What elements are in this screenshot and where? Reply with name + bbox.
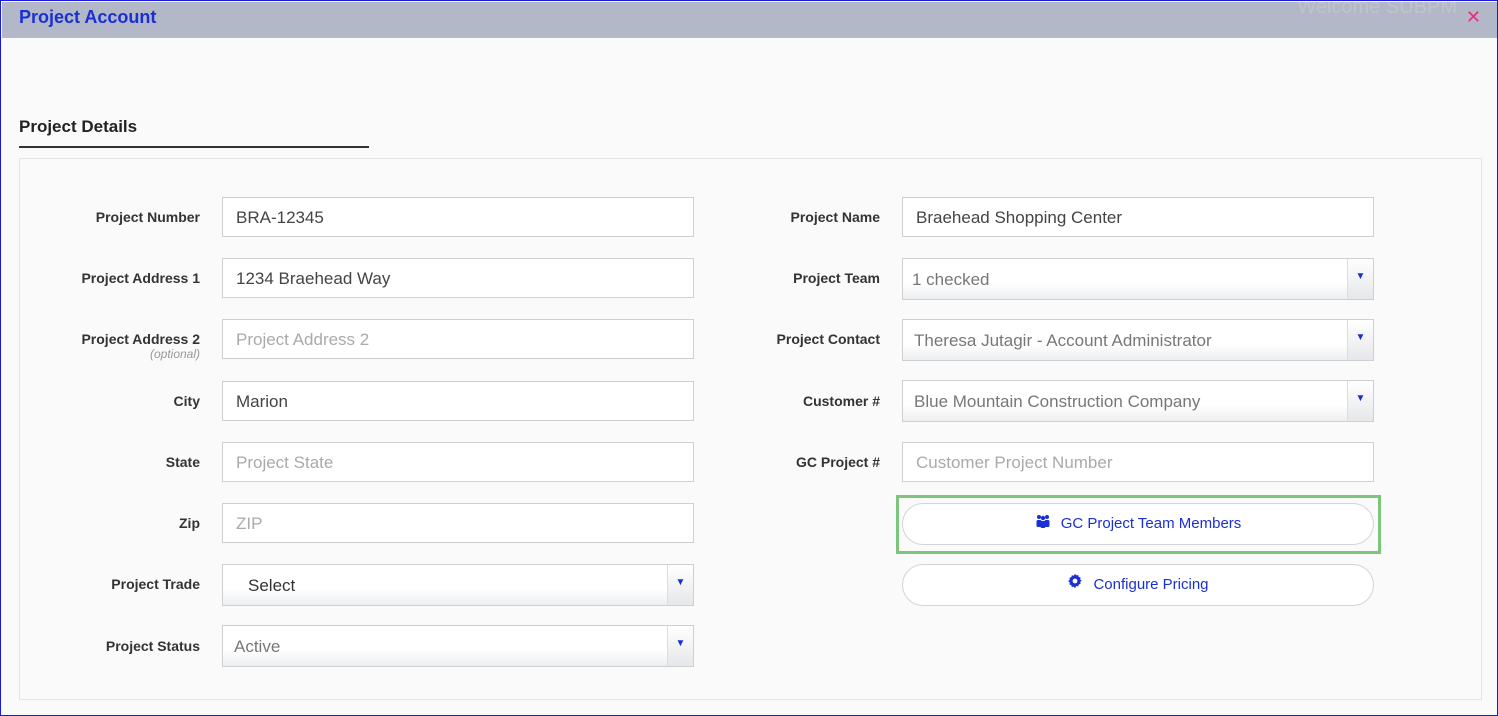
modal-window: Project Account Welcome SUBPM ✕ Project … — [0, 0, 1498, 716]
customer-label: Customer # — [802, 393, 880, 409]
state-label: State — [165, 454, 200, 470]
configure-pricing-button[interactable]: Configure Pricing — [902, 564, 1374, 606]
project-address2-input[interactable]: Project Address 2 — [222, 319, 694, 359]
section-title: Project Details — [19, 117, 138, 136]
customer-value: Blue Mountain Construction Company — [914, 392, 1201, 411]
chevron-down-icon[interactable]: ▼ — [667, 626, 693, 666]
chevron-down-icon[interactable]: ▼ — [1347, 259, 1373, 299]
gc-project-label: GC Project # — [795, 454, 880, 470]
zip-input[interactable]: ZIP — [222, 503, 694, 543]
welcome-text: Welcome SUBPM — [1297, 2, 1457, 16]
gc-project-team-members-label: GC Project Team Members — [1060, 515, 1242, 532]
modal-titlebar: Project Account Welcome SUBPM ✕ — [2, 2, 1497, 38]
project-number-label: Project Number — [95, 209, 200, 225]
chevron-down-icon[interactable]: ▼ — [667, 565, 693, 605]
project-team-label: Project Team — [793, 270, 880, 286]
city-label: City — [173, 393, 200, 409]
optional-sublabel: (optional) — [149, 347, 200, 361]
project-status-value: Active — [234, 637, 281, 656]
project-contact-select[interactable]: Theresa Jutagir - Account Administrator … — [902, 319, 1374, 361]
gear-icon — [1067, 565, 1083, 605]
project-contact-label: Project Contact — [776, 331, 880, 347]
chevron-down-icon[interactable]: ▼ — [1347, 320, 1373, 360]
project-status-select[interactable]: Active ▼ — [222, 625, 694, 667]
project-address2-label: Project Address 2 — [81, 331, 200, 347]
gc-project-input[interactable]: Customer Project Number — [902, 442, 1374, 482]
gc-project-team-members-button[interactable]: GC Project Team Members — [902, 503, 1374, 545]
project-name-label: Project Name — [790, 209, 880, 225]
section-underline — [19, 146, 369, 148]
details-panel — [19, 158, 1482, 700]
close-icon[interactable]: ✕ — [1466, 7, 1481, 28]
project-name-input[interactable]: Braehead Shopping Center — [902, 197, 1374, 237]
project-contact-value: Theresa Jutagir - Account Administrator — [914, 331, 1212, 350]
project-address1-label: Project Address 1 — [81, 270, 200, 286]
chevron-down-icon[interactable]: ▼ — [1347, 381, 1373, 421]
configure-pricing-label: Configure Pricing — [1093, 576, 1209, 593]
city-input[interactable]: Marion — [222, 381, 694, 421]
modal-title: Project Account — [19, 7, 157, 27]
project-number-input[interactable]: BRA-12345 — [222, 197, 694, 237]
project-trade-label: Project Trade — [111, 576, 200, 592]
project-trade-value: Select — [248, 576, 296, 595]
zip-label: Zip — [179, 515, 200, 531]
state-input[interactable]: Project State — [222, 442, 694, 482]
project-team-value: 1 checked — [912, 270, 990, 289]
project-trade-select[interactable]: Select ▼ — [222, 564, 694, 606]
project-team-select[interactable]: 1 checked ▼ — [902, 258, 1374, 300]
project-status-label: Project Status — [105, 638, 200, 654]
group-icon — [1035, 504, 1051, 544]
project-address1-input[interactable]: 1234 Braehead Way — [222, 258, 694, 298]
customer-select[interactable]: Blue Mountain Construction Company ▼ — [902, 380, 1374, 422]
